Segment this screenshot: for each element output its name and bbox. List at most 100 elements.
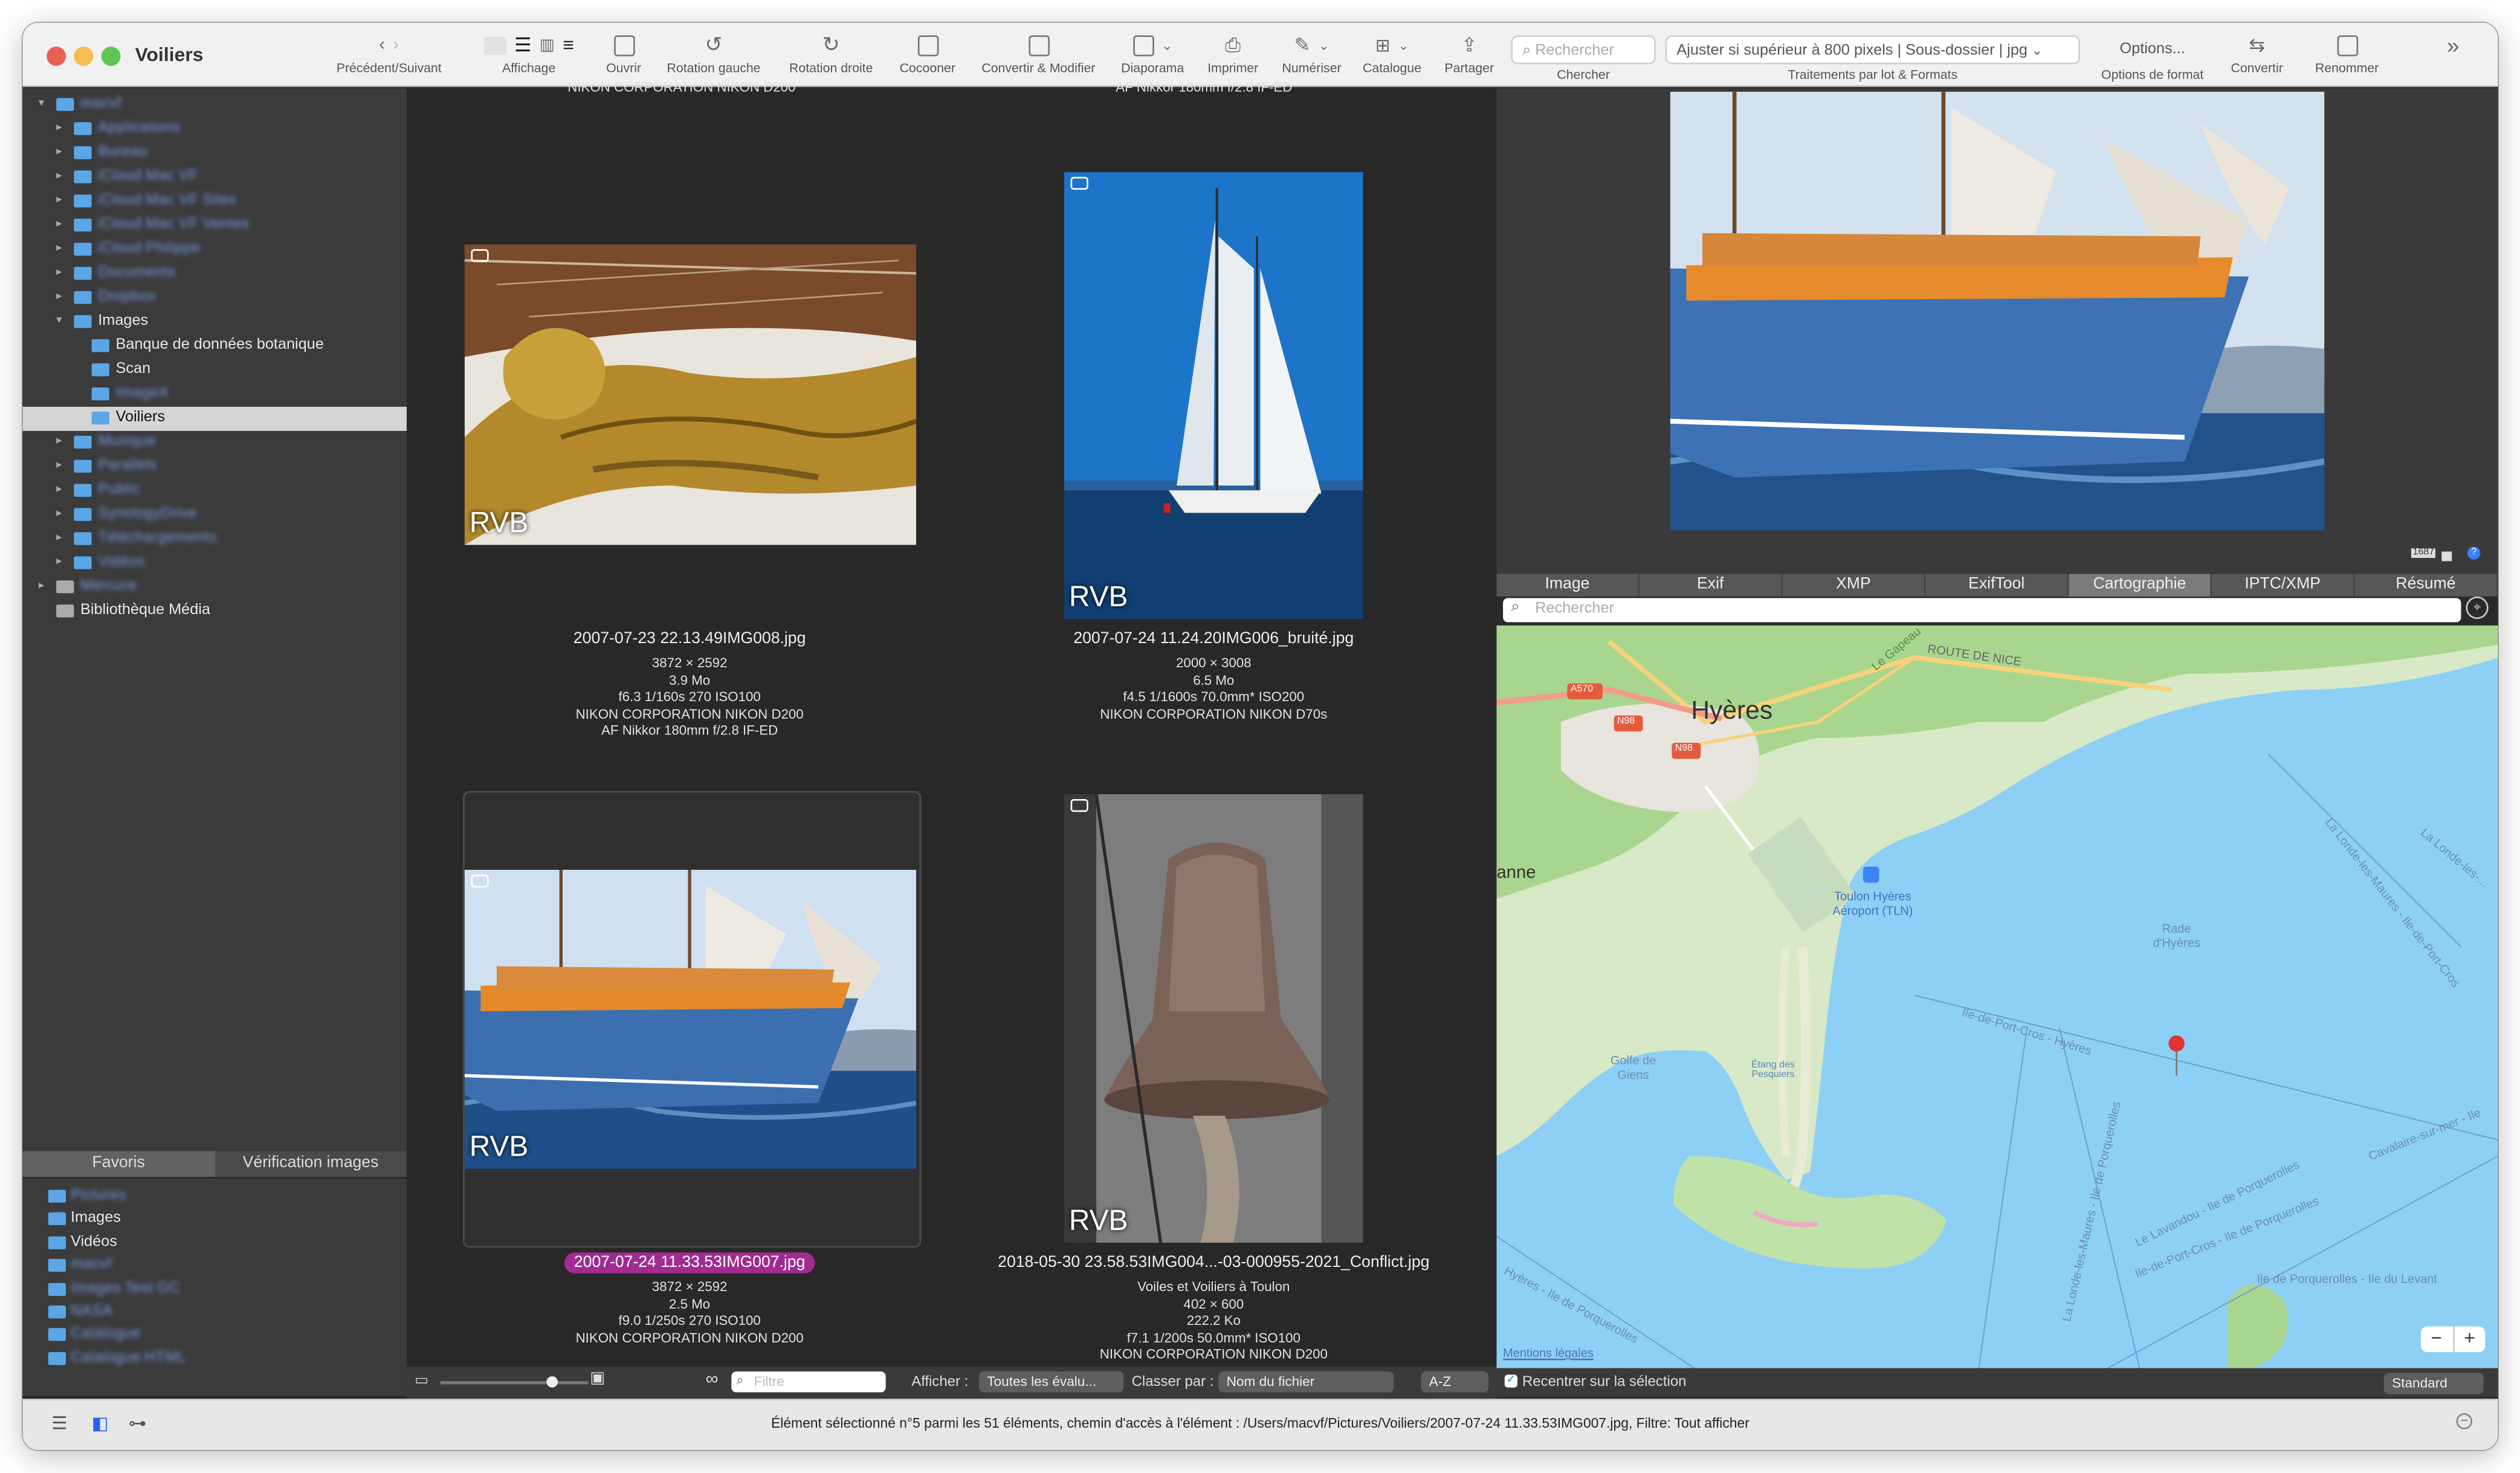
map-search-input[interactable]: ⌕ Rechercher xyxy=(1503,598,2461,623)
favorite-item[interactable]: Images xyxy=(22,1208,407,1231)
rotate-left-button[interactable]: ↺ Rotation gauche xyxy=(661,29,767,83)
tree-item[interactable]: ▸ Bureau xyxy=(22,141,407,166)
recenter-label[interactable]: Recentrer sur la sélection xyxy=(1522,1373,1686,1390)
tree-item[interactable]: ▸ iCloud Mac VF xyxy=(22,166,407,190)
tab-image[interactable]: Image xyxy=(1496,574,1640,597)
disclosure-closed-icon[interactable]: ▸ xyxy=(56,265,62,279)
tree-item[interactable]: ▸ Public xyxy=(22,479,407,503)
disclosure-closed-icon[interactable]: ▸ xyxy=(56,555,62,568)
filter-input[interactable]: ⌕ Filtre xyxy=(731,1371,886,1393)
thumbnail-image[interactable]: RVB xyxy=(1064,172,1363,620)
convert-modify-button[interactable]: Convertir & Modifier xyxy=(971,29,1106,83)
tree-item[interactable]: ▸ Mercure xyxy=(22,575,407,600)
tree-item[interactable]: ImageX xyxy=(22,383,407,407)
favorite-item[interactable]: macvf xyxy=(22,1254,407,1277)
favorite-item[interactable]: Pictures xyxy=(22,1185,407,1208)
sort-select[interactable]: Nom du fichier xyxy=(1218,1371,1394,1393)
disclosure-closed-icon[interactable]: ▸ xyxy=(39,579,44,592)
disclosure-closed-icon[interactable]: ▸ xyxy=(56,290,62,302)
tab-favorites[interactable]: Favoris xyxy=(22,1151,215,1177)
preview-size-icon[interactable]: 1687 xyxy=(2411,548,2436,558)
tree-item[interactable]: ▸ Documents xyxy=(22,262,407,287)
small-thumb-icon[interactable]: ▭ xyxy=(415,1371,428,1389)
zoom-in-icon[interactable]: + xyxy=(2454,1327,2485,1353)
tree-item[interactable]: ▸ iCloud Mac VF Ventes xyxy=(22,214,407,238)
tree-item[interactable]: Voiliers xyxy=(22,406,407,431)
tab-cartography[interactable]: Cartographie xyxy=(2069,574,2212,597)
disclosure-closed-icon[interactable]: ▸ xyxy=(56,193,62,206)
tree-item[interactable]: Bibliothèque Média xyxy=(22,600,407,624)
map-view[interactable]: Hyères A570 N98 N98 ROUTE DE NICE Le Gap… xyxy=(1496,625,2498,1368)
legal-link[interactable]: Mentions légales xyxy=(1503,1345,1594,1360)
minus-circle-icon[interactable]: − xyxy=(2456,1413,2473,1429)
close-button[interactable] xyxy=(47,47,66,66)
thumbnail-image[interactable]: RVB xyxy=(1064,794,1363,1243)
recenter-checkbox[interactable]: ✓ xyxy=(1504,1374,1518,1388)
open-button[interactable]: Ouvrir xyxy=(595,29,653,83)
tab-exif[interactable]: Exif xyxy=(1640,574,1783,597)
disclosure-closed-icon[interactable]: ▸ xyxy=(56,482,62,496)
tree-item[interactable]: ▸ Applications xyxy=(22,117,407,141)
tree-item[interactable]: ▸ iCloud Mac VF Sites xyxy=(22,190,407,214)
thumbnail-image[interactable]: RVB xyxy=(464,870,917,1169)
favorite-item[interactable]: Vidéos xyxy=(22,1231,407,1254)
favorite-item[interactable]: Catalogue xyxy=(22,1324,407,1347)
chevron-left-icon[interactable]: ‹ xyxy=(379,36,385,55)
print-button[interactable]: ⎙ Imprimer xyxy=(1201,29,1265,83)
tree-item[interactable]: ▸ Téléchargements xyxy=(22,527,407,551)
disclosure-open-icon[interactable]: ▾ xyxy=(56,314,62,326)
zoom-button[interactable] xyxy=(101,47,121,66)
columns-view-icon[interactable]: ▥ xyxy=(540,36,555,54)
slideshow-button[interactable]: ⌄ Diaporama xyxy=(1116,29,1189,83)
disclosure-closed-icon[interactable]: ▸ xyxy=(56,144,62,158)
share-button[interactable]: ⇪ Partager xyxy=(1437,29,1501,83)
location-pin-icon[interactable]: ⌖ xyxy=(2466,596,2489,620)
disclosure-closed-icon[interactable]: ▸ xyxy=(56,217,62,230)
tree-item[interactable]: ▸ Vidéos xyxy=(22,551,407,575)
file-name[interactable]: 2007-07-24 11.24.20IMG006_bruité.jpg xyxy=(957,630,1471,648)
tab-exiftool[interactable]: ExifTool xyxy=(1926,574,2069,597)
rename-button[interactable]: Renommer xyxy=(2302,29,2392,83)
large-thumb-icon[interactable]: ▣ xyxy=(590,1370,605,1387)
tree-item[interactable]: ▸ Parallels xyxy=(22,455,407,479)
favorite-item[interactable]: NASA xyxy=(22,1301,407,1324)
chevron-right-icon[interactable]: › xyxy=(393,36,399,55)
map-zoom-control[interactable]: − + xyxy=(2420,1326,2486,1353)
favorite-item[interactable]: Catalogue HTML xyxy=(22,1347,407,1370)
binoculars-icon[interactable]: ∞ xyxy=(706,1370,719,1389)
tree-item[interactable]: Banque de données botanique xyxy=(22,334,407,358)
tree-item[interactable]: ▾ Images xyxy=(22,310,407,334)
cover-view-icon[interactable]: ≡ xyxy=(563,34,574,56)
toolbar-search-input[interactable]: ⌕ Rechercher xyxy=(1511,35,1656,65)
catalog-button[interactable]: ⊞ ⌄ Catalogue xyxy=(1357,29,1427,83)
rating-filter-select[interactable]: Toutes les évalu... xyxy=(978,1371,1124,1393)
disclosure-closed-icon[interactable]: ▸ xyxy=(56,169,62,182)
batch-select[interactable]: Ajuster si supérieur à 800 pixels | Sous… xyxy=(1665,35,2081,65)
tab-image-check[interactable]: Vérification images xyxy=(215,1151,407,1177)
tab-iptc[interactable]: IPTC/XMP xyxy=(2212,574,2355,597)
info-icon[interactable]: ? xyxy=(2467,546,2481,560)
file-name-selected[interactable]: 2007-07-24 11.33.53IMG007.jpg xyxy=(433,1252,947,1274)
favorite-item[interactable]: Images Test GC xyxy=(22,1278,407,1301)
file-name[interactable]: 2018-05-30 23.58.53IMG004...-03-000955-2… xyxy=(957,1254,1471,1272)
cocoon-button[interactable]: Cocooner xyxy=(892,29,963,83)
tree-item[interactable]: ▸ Dropbox xyxy=(22,286,407,310)
grid-view-icon[interactable] xyxy=(483,36,506,54)
tree-item[interactable]: ▸ SynologyDrive xyxy=(22,503,407,528)
tree-item[interactable]: Scan xyxy=(22,358,407,383)
rotate-right-button[interactable]: ↻ Rotation droite xyxy=(781,29,881,83)
disclosure-closed-icon[interactable]: ▸ xyxy=(56,241,62,254)
zoom-slider-knob[interactable] xyxy=(546,1376,557,1388)
zoom-slider[interactable] xyxy=(440,1376,589,1388)
disclosure-open-icon[interactable]: ▾ xyxy=(39,97,44,109)
file-name[interactable]: 2007-07-23 22.13.49IMG008.jpg xyxy=(433,630,947,648)
list-view-icon[interactable]: ☰ xyxy=(514,34,532,56)
disclosure-closed-icon[interactable]: ▸ xyxy=(56,507,62,520)
overflow-button[interactable]: » xyxy=(2434,29,2472,83)
tree-item[interactable]: ▾ macvf xyxy=(22,93,407,117)
disclosure-closed-icon[interactable]: ▸ xyxy=(56,458,62,471)
map-style-select[interactable]: Standard xyxy=(2383,1373,2484,1394)
options-button[interactable]: Options... xyxy=(2099,35,2206,65)
disclosure-closed-icon[interactable]: ▸ xyxy=(56,434,62,447)
digitize-button[interactable]: ✎ ⌄ Numériser xyxy=(1276,29,1347,83)
